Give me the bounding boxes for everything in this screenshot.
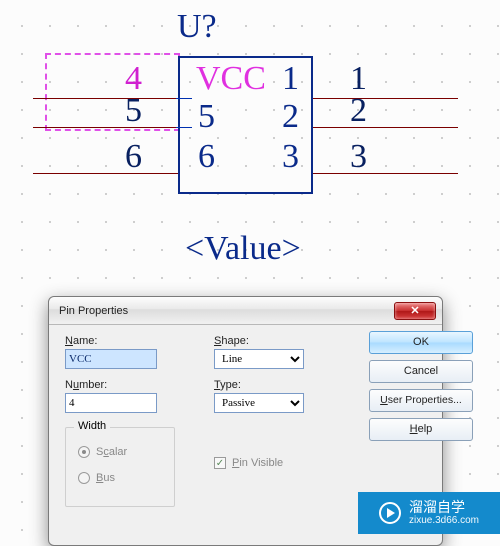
inner-num: 3: [282, 140, 299, 174]
user-properties-button[interactable]: User Properties...: [369, 389, 473, 412]
inner-num: 6: [198, 140, 215, 174]
ok-button[interactable]: OK: [369, 331, 473, 354]
radio-icon: [78, 446, 90, 458]
pin-line: [33, 127, 178, 128]
watermark: 溜溜自学 zixue.3d66.com: [358, 492, 500, 534]
pin-line: [313, 173, 458, 174]
selection-rect: [45, 53, 180, 131]
value-text: <Value>: [185, 232, 301, 266]
number-input[interactable]: [65, 393, 157, 413]
dialog-title: Pin Properties: [59, 305, 394, 317]
inner-num: 2: [282, 100, 299, 134]
pin-line: [313, 127, 458, 128]
inner-num: 5: [198, 100, 215, 134]
watermark-url: zixue.3d66.com: [409, 515, 479, 526]
width-group-title: Width: [74, 420, 110, 432]
watermark-text: 溜溜自学: [409, 500, 479, 515]
name-label: Name:: [65, 335, 170, 347]
shape-label: Shape:: [214, 335, 324, 347]
number-label: Number:: [65, 379, 170, 391]
type-select[interactable]: Passive: [214, 393, 304, 413]
radio-scalar[interactable]: Scalar: [78, 446, 127, 458]
name-input[interactable]: [65, 349, 157, 369]
pin-stub: [176, 127, 192, 128]
pin-num-left: 4: [125, 62, 142, 96]
pin-num-right: 2: [350, 94, 367, 128]
pin-num-left: 6: [125, 140, 142, 174]
shape-select[interactable]: Line: [214, 349, 304, 369]
radio-bus-label: Bus: [96, 472, 115, 484]
close-button[interactable]: ✕: [394, 302, 436, 320]
cancel-button[interactable]: Cancel: [369, 360, 473, 383]
pin-visible-label: Pin Visible: [232, 457, 283, 469]
checkbox-icon: ✓: [214, 457, 226, 469]
pin-num-right: 1: [350, 62, 367, 96]
width-group: Width Scalar Bus: [65, 427, 175, 507]
type-label: Type:: [214, 379, 324, 391]
titlebar[interactable]: Pin Properties ✕: [49, 297, 442, 325]
radio-scalar-label: Scalar: [96, 446, 127, 458]
pin-num-right: 3: [350, 140, 367, 174]
radio-icon: [78, 472, 90, 484]
help-button[interactable]: Help: [369, 418, 473, 441]
designator-text: U?: [177, 10, 217, 44]
play-icon: [379, 502, 401, 524]
pin-visible-checkbox[interactable]: ✓ Pin Visible: [214, 457, 283, 469]
pin-num-left: 5: [125, 94, 142, 128]
pin-stub: [176, 98, 192, 99]
pin-line: [33, 98, 178, 99]
pin-line: [313, 98, 458, 99]
close-icon: ✕: [410, 304, 419, 317]
pin-name: VCC: [196, 62, 266, 96]
pin-line: [33, 173, 178, 174]
inner-num: 1: [282, 62, 299, 96]
radio-bus[interactable]: Bus: [78, 472, 115, 484]
